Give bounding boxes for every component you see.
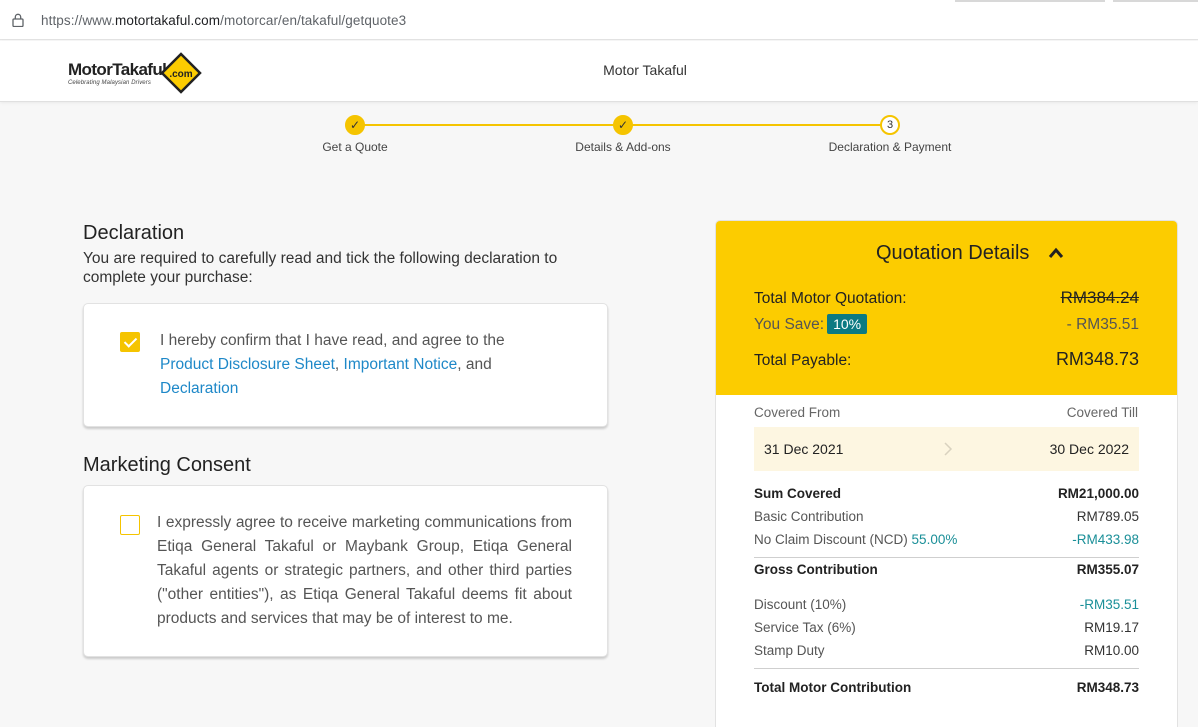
stamp-duty-value: RM10.00: [1084, 643, 1139, 658]
declaration-sep-2: , and: [457, 356, 492, 373]
tab-strip-edge: [955, 0, 1105, 2]
divider: [754, 668, 1139, 669]
marketing-card: I expressly agree to receive marketing c…: [83, 485, 608, 657]
gross-contribution-row: Gross Contribution RM355.07: [754, 562, 1139, 577]
you-save-label: You Save:: [754, 316, 825, 333]
marketing-text: I expressly agree to receive marketing c…: [157, 514, 572, 627]
service-tax-row: Service Tax (6%) RM19.17: [754, 620, 1139, 635]
chevron-up-icon[interactable]: [1048, 247, 1064, 259]
url-scheme: https://www.: [41, 13, 115, 28]
chevron-right-icon: [944, 442, 953, 456]
you-save-badge: 10%: [827, 314, 868, 334]
ncd-value: -RM433.98: [1072, 532, 1139, 547]
quotation-title[interactable]: Quotation Details: [876, 242, 1029, 265]
coverage-period: 31 Dec 2021 30 Dec 2022: [754, 427, 1139, 471]
logo-diamond-icon: .com: [160, 52, 202, 94]
important-notice-link[interactable]: Important Notice: [344, 356, 458, 373]
declaration-sep-1: ,: [334, 356, 340, 373]
sum-covered-value: RM21,000.00: [1057, 486, 1139, 501]
discount-label: Discount (10%): [754, 597, 847, 612]
url-host: motortakaful.com: [114, 13, 221, 28]
step-2-label: Details & Add-ons: [575, 140, 671, 154]
total-motor-contribution-label: Total Motor Contribution: [754, 680, 912, 695]
tab-strip-edge-2: [1113, 0, 1198, 2]
url-path: /motorcar/en/takaful/getquote3: [220, 13, 407, 28]
divider: [754, 557, 1139, 558]
site-title: Motor Takaful: [603, 62, 687, 78]
marketing-checkbox[interactable]: [120, 515, 140, 535]
total-payable-value: RM348.73: [1055, 349, 1139, 369]
service-tax-label: Service Tax (6%): [754, 620, 856, 635]
total-motor-quotation-label: Total Motor Quotation:: [754, 290, 907, 307]
stamp-duty-row: Stamp Duty RM10.00: [754, 643, 1139, 658]
total-payable-row: Total Payable: RM348.73: [754, 349, 1139, 370]
discount-row: Discount (10%) -RM35.51: [754, 597, 1139, 612]
ncd-row: No Claim Discount (NCD) 55.00% -RM433.98: [754, 532, 1139, 547]
quotation-summary: Quotation Details Total Motor Quotation:…: [716, 221, 1177, 395]
covered-till-label: Covered Till: [1066, 405, 1138, 420]
quotation-panel: Quotation Details Total Motor Quotation:…: [715, 220, 1178, 727]
step-3-number: 3: [880, 115, 900, 135]
browser-address-bar: https://www.motortakaful.com/motorcar/en…: [0, 0, 1198, 40]
gross-contribution-label: Gross Contribution: [754, 562, 878, 577]
total-motor-contribution-row: Total Motor Contribution RM348.73: [754, 680, 1139, 695]
total-payable-label: Total Payable:: [754, 352, 852, 369]
progress-stepper: ✓ Get a Quote ✓ Details & Add-ons 3 Decl…: [0, 112, 1198, 162]
basic-contribution-row: Basic Contribution RM789.05: [754, 509, 1139, 524]
sum-covered-label: Sum Covered: [754, 486, 842, 501]
marketing-title: Marketing Consent: [83, 454, 251, 476]
declaration-text: I hereby confirm that I have read, and a…: [160, 329, 560, 401]
sum-covered-row: Sum Covered RM21,000.00: [754, 486, 1139, 501]
you-save-row: You Save: 10% - RM35.51: [754, 314, 1139, 334]
logo-tagline: Celebrating Malaysian Drivers: [68, 80, 151, 86]
you-save-value: - RM35.51: [1066, 316, 1139, 333]
step-3-label: Declaration & Payment: [828, 140, 952, 154]
ncd-label: No Claim Discount (NCD): [754, 532, 908, 547]
stepper-connector-2: [632, 124, 882, 126]
covered-from-label: Covered From: [754, 405, 841, 420]
site-header: MotorTakaful Celebrating Malaysian Drive…: [0, 41, 1198, 102]
site-logo[interactable]: MotorTakaful Celebrating Malaysian Drive…: [68, 51, 208, 94]
logo-badge: .com: [169, 69, 192, 80]
step-2-check-icon: ✓: [613, 115, 633, 135]
declaration-card: I hereby confirm that I have read, and a…: [83, 303, 608, 427]
total-motor-contribution-value: RM348.73: [1076, 680, 1139, 695]
logo-wordmark: MotorTakaful: [68, 60, 167, 79]
ncd-percent: 55.00%: [911, 532, 958, 547]
declaration-checkbox[interactable]: [120, 332, 140, 352]
basic-contribution-value: RM789.05: [1076, 509, 1139, 524]
lock-icon: [12, 13, 24, 27]
product-disclosure-link[interactable]: Product Disclosure Sheet: [160, 356, 335, 373]
total-motor-quotation-value: RM384.24: [1060, 288, 1139, 307]
discount-value: -RM35.51: [1079, 597, 1139, 612]
stepper-connector-1: [364, 124, 614, 126]
step-1-check-icon: ✓: [345, 115, 365, 135]
declaration-text-intro: I hereby confirm that I have read, and a…: [160, 332, 505, 349]
total-motor-quotation-row: Total Motor Quotation: RM384.24: [754, 288, 1139, 308]
gross-contribution-value: RM355.07: [1076, 562, 1139, 577]
service-tax-value: RM19.17: [1084, 620, 1139, 635]
declaration-link[interactable]: Declaration: [160, 380, 238, 397]
covered-till-date: 30 Dec 2022: [1049, 441, 1129, 457]
declaration-title: Declaration: [83, 222, 185, 244]
basic-contribution-label: Basic Contribution: [754, 509, 864, 524]
step-1-label: Get a Quote: [322, 140, 388, 154]
declaration-subtitle: You are required to carefully read and t…: [83, 250, 558, 286]
covered-from-date: 31 Dec 2021: [764, 441, 844, 457]
url-field[interactable]: https://www.motortakaful.com/motorcar/en…: [41, 13, 406, 28]
stamp-duty-label: Stamp Duty: [754, 643, 825, 658]
